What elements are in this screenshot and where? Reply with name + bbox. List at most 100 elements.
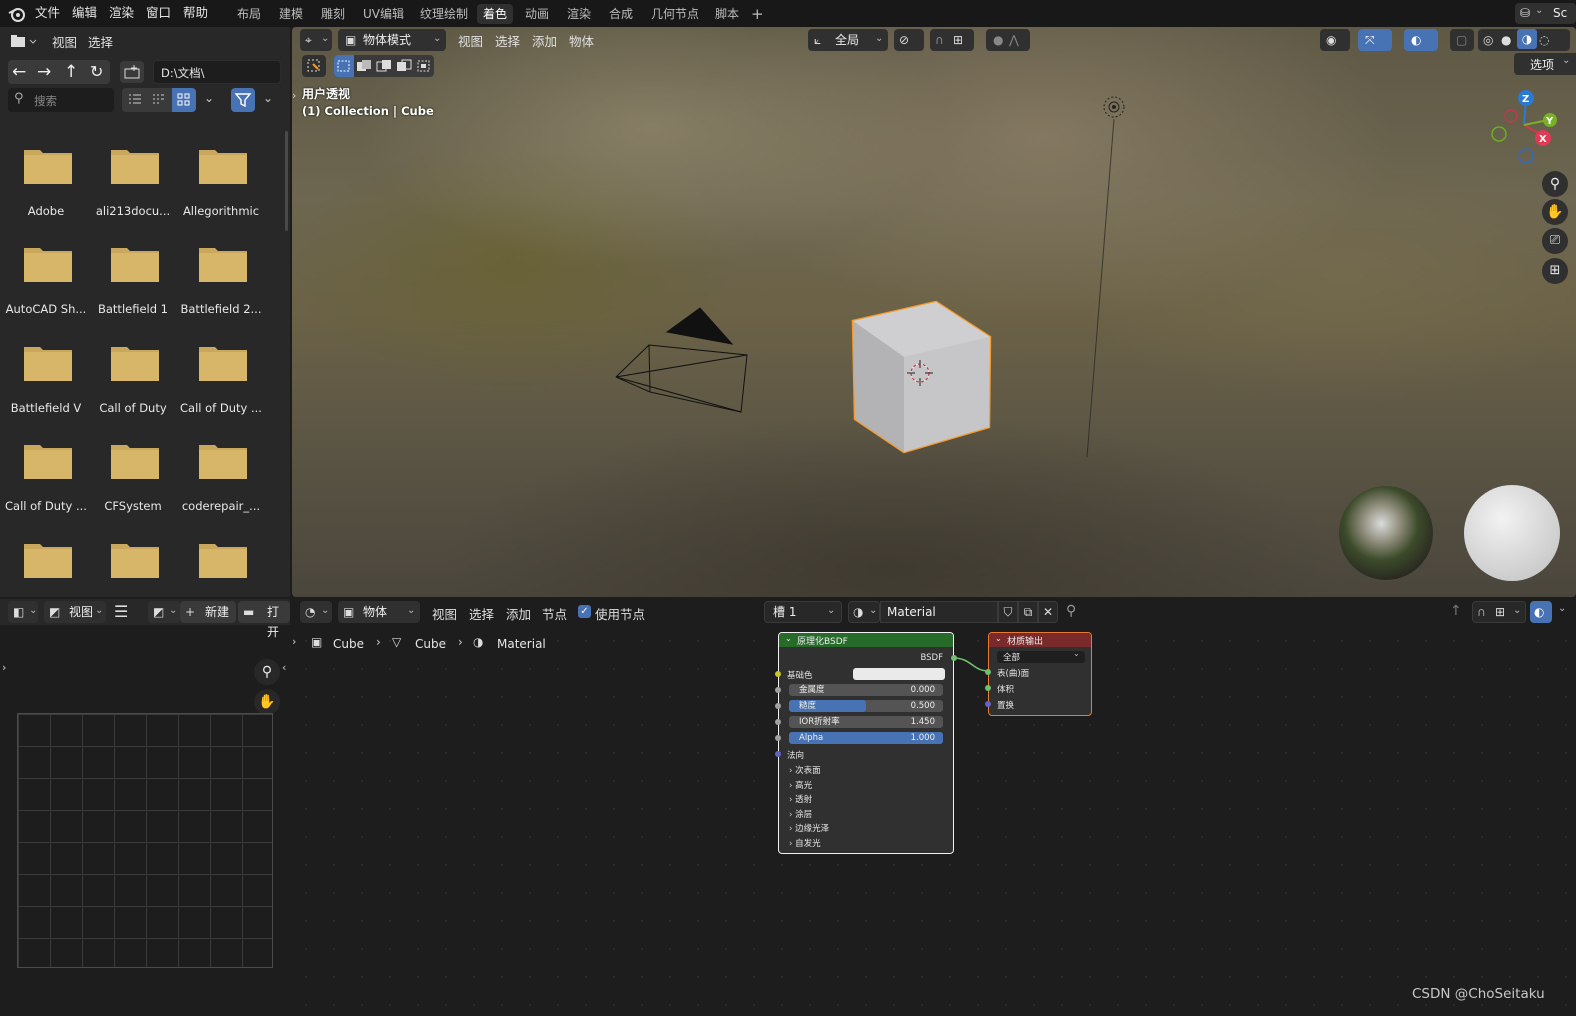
folder-item[interactable]: Battlefield 2...: [181, 237, 261, 327]
cube-object[interactable]: [851, 300, 992, 454]
target-dropdown[interactable]: 全部 ⌄: [997, 649, 1085, 663]
tab-modeling[interactable]: 建模: [273, 4, 309, 24]
field-socket[interactable]: [775, 735, 781, 741]
volume-input-socket[interactable]: [985, 685, 991, 691]
list-vertical-icon[interactable]: [124, 90, 146, 110]
editor-type-icon[interactable]: [8, 31, 38, 51]
blender-logo-icon[interactable]: [8, 5, 26, 23]
hand-pan-icon[interactable]: ✋: [1542, 199, 1568, 225]
folder-item[interactable]: ali213docu...: [93, 139, 173, 229]
bsdf-field[interactable]: IOR折射率 1.450: [789, 716, 943, 728]
camera-view-icon[interactable]: ⎚: [1542, 228, 1568, 254]
tab-shading[interactable]: 着色: [477, 4, 514, 24]
folder-item[interactable]: CFSystem: [93, 434, 173, 524]
bsdf-field[interactable]: 糙度 0.500: [789, 700, 943, 712]
folder-item[interactable]: Call of Duty ...: [180, 336, 262, 426]
new-image-button[interactable]: + 新建: [180, 601, 236, 623]
add-workspace-button[interactable]: +: [745, 4, 770, 24]
folder-item[interactable]: Allegorithmic: [181, 139, 261, 229]
view-mode-dropdown[interactable]: ◩ 视图 ⌄: [44, 601, 106, 623]
camera-object[interactable]: [615, 307, 748, 413]
zoom-icon[interactable]: ⚲: [1542, 171, 1568, 197]
tab-rendering[interactable]: 渲染: [561, 4, 597, 24]
bsdf-panel-toggle[interactable]: › 自发光: [789, 837, 821, 849]
tab-layout[interactable]: 布局: [231, 4, 267, 24]
hamburger-menu-icon[interactable]: ☰: [114, 602, 128, 621]
parent-folder-icon[interactable]: ↑: [64, 62, 78, 82]
menu-edit[interactable]: 编辑: [72, 0, 97, 27]
forward-arrow-icon[interactable]: →: [37, 62, 51, 82]
node-header[interactable]: ⌄ 材质输出: [989, 633, 1091, 647]
thumbnail-grid-icon[interactable]: [172, 88, 196, 112]
refresh-icon[interactable]: ↻: [90, 62, 103, 81]
node-editor-panel[interactable]: ◔ ⌄ ▣ 物体 ⌄ 视图 选择 添加 节点 ✓ 使用节点 槽 1 ⌄ ◑ ⌄ …: [292, 599, 1576, 1016]
folder-item[interactable]: Battlefield V: [6, 336, 86, 426]
menu-window[interactable]: 窗口: [146, 0, 171, 27]
chevron-down-icon[interactable]: ⌄: [263, 91, 273, 105]
hand-pan-icon[interactable]: ✋: [254, 689, 280, 715]
list-horizontal-icon[interactable]: [148, 90, 170, 110]
tab-sculpting[interactable]: 雕刻: [315, 4, 351, 24]
zoom-icon[interactable]: ⚲: [254, 659, 280, 685]
menu-file[interactable]: 文件: [35, 0, 60, 27]
bsdf-panel-toggle[interactable]: › 次表面: [789, 764, 821, 776]
base-color-socket[interactable]: [775, 671, 781, 677]
tab-texture-paint[interactable]: 纹理绘制: [414, 4, 474, 24]
bsdf-panel-toggle[interactable]: › 透射: [789, 793, 812, 805]
tab-geometry-nodes[interactable]: 几何节点: [645, 4, 705, 24]
bsdf-field[interactable]: Alpha 1.000: [789, 732, 943, 744]
tab-uv-editing[interactable]: UV编辑: [357, 4, 410, 24]
perspective-grid-icon[interactable]: ⊞: [1542, 258, 1568, 284]
menu-view[interactable]: 视图: [52, 32, 77, 51]
bsdf-panel-toggle[interactable]: › 高光: [789, 779, 812, 791]
scrollbar[interactable]: [285, 131, 288, 231]
scene-selector[interactable]: ⛁ ⌄ Sc: [1515, 3, 1576, 24]
menu-help[interactable]: 帮助: [183, 0, 208, 27]
menu-render[interactable]: 渲染: [109, 0, 134, 27]
chevron-right-icon[interactable]: ›: [292, 89, 296, 102]
editor-type-button[interactable]: ◧ ⌄: [8, 601, 38, 623]
principled-bsdf-node[interactable]: ⌄ 原理化BSDF BSDF 基础色 金属度 0.000 糙度 0.500 IOR折射率…: [775, 632, 957, 854]
surface-input-socket[interactable]: [985, 669, 991, 675]
field-socket[interactable]: [775, 687, 781, 693]
bsdf-output-socket[interactable]: [951, 655, 957, 661]
search-field[interactable]: ⚲ 搜索: [8, 88, 114, 112]
chevron-down-icon[interactable]: ⌄: [204, 91, 214, 105]
tab-scripting[interactable]: 脚本: [709, 4, 745, 24]
bsdf-panel-toggle[interactable]: › 涂层: [789, 808, 812, 820]
chevron-left-icon[interactable]: ‹: [282, 661, 286, 674]
image-browse-dropdown[interactable]: ◩ ⌄: [148, 601, 180, 623]
folder-item[interactable]: Adobe: [6, 139, 86, 229]
folder-item[interactable]: coderepair_...: [181, 434, 261, 524]
tab-compositing[interactable]: 合成: [603, 4, 639, 24]
navigation-gizmo[interactable]: Z Y X: [1491, 90, 1557, 164]
material-output-node[interactable]: ⌄ 材质输出 全部 ⌄ 表(曲)面 体积 置换: [985, 632, 1092, 716]
filter-icon[interactable]: [231, 88, 255, 112]
path-field[interactable]: D:\文档\: [153, 60, 281, 84]
viewport-panel[interactable]: ⌖ ⌄ ▣ 物体模式 ⌄ 视图 选择 添加 物体 ⟀ 全局 ⌄ ⊘ ∩ ⊞ ● …: [292, 27, 1576, 597]
base-color-swatch[interactable]: [853, 668, 945, 680]
displacement-input-socket[interactable]: [985, 701, 991, 707]
menu-select[interactable]: 选择: [88, 32, 113, 51]
back-arrow-icon[interactable]: ←: [12, 62, 26, 82]
bsdf-field[interactable]: 金属度 0.000: [789, 684, 943, 696]
open-image-button[interactable]: ▬ 打开: [238, 601, 290, 639]
bsdf-panel-toggle[interactable]: › 边缘光泽: [789, 822, 829, 834]
field-socket[interactable]: [775, 719, 781, 725]
folder-item[interactable]: AutoCAD Sh...: [6, 237, 86, 327]
normal-socket[interactable]: [775, 751, 781, 757]
tab-animation[interactable]: 动画: [519, 4, 555, 24]
material-preview-sphere[interactable]: [1464, 485, 1560, 581]
folder-item[interactable]: Call of Duty: [93, 336, 173, 426]
chevron-right-icon[interactable]: ›: [2, 661, 6, 674]
folder-item[interactable]: Battlefield 1: [93, 237, 173, 327]
node-header[interactable]: ⌄ 原理化BSDF: [779, 633, 953, 647]
new-folder-icon[interactable]: [120, 61, 144, 83]
field-socket[interactable]: [775, 703, 781, 709]
hdri-preview-sphere[interactable]: [1339, 486, 1433, 580]
collapse-icon[interactable]: ⌄: [785, 634, 792, 643]
uv-grid[interactable]: [17, 713, 273, 968]
collapse-icon[interactable]: ⌄: [995, 634, 1002, 643]
light-object[interactable]: [1103, 96, 1125, 118]
folder-item[interactable]: Call of Duty ...: [5, 434, 87, 524]
